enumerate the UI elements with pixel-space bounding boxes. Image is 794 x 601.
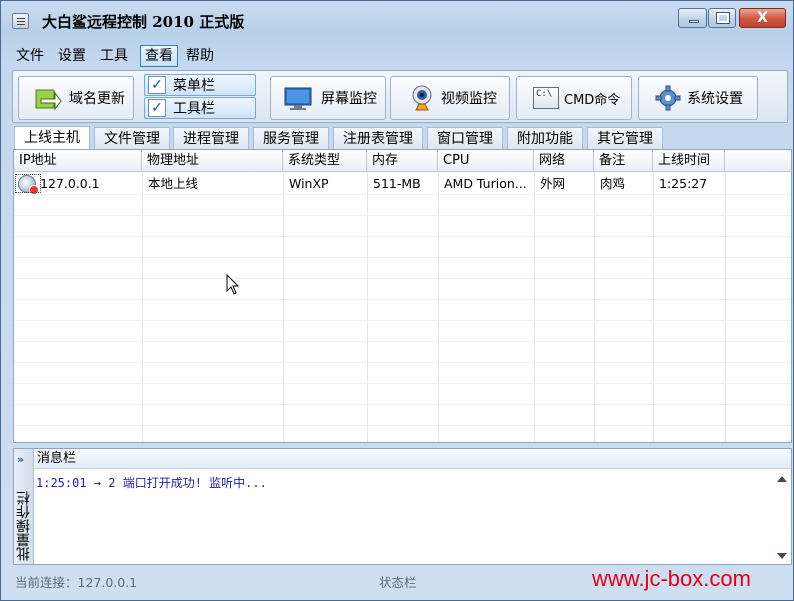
- cell-location: 本地上线: [148, 176, 199, 191]
- menu-settings[interactable]: 设置: [54, 45, 90, 67]
- tab-window-manager[interactable]: 窗口管理: [427, 127, 503, 149]
- tool-bar-toggle-label: 工具栏: [173, 101, 215, 117]
- tab-registry-manager[interactable]: 注册表管理: [333, 127, 423, 149]
- scroll-up-arrow-icon[interactable]: [777, 476, 787, 482]
- cell-os: WinXP: [289, 176, 329, 191]
- cell-cpu: AMD Turion...: [444, 176, 527, 191]
- column-header-location[interactable]: 物理地址: [142, 150, 283, 172]
- message-panel-title: 消息栏: [35, 449, 791, 469]
- column-header-os[interactable]: 系统类型: [283, 150, 367, 172]
- table-row[interactable]: 127.0.0.1 本地上线 WinXP 511-MB AMD Turion..…: [14, 173, 791, 195]
- refresh-arrow-icon: [35, 89, 62, 111]
- menu-tools[interactable]: 工具: [96, 45, 132, 67]
- cell-online-time: 1:25:27: [659, 176, 708, 191]
- maximize-button[interactable]: [708, 8, 736, 28]
- message-panel: » 批量操作栏 消息栏 1:25:01 → 2 端口打开成功! 监听中...: [13, 448, 792, 565]
- video-monitor-button[interactable]: 视频监控: [390, 76, 510, 120]
- tab-file-manager[interactable]: 文件管理: [94, 127, 170, 149]
- status-connection: 当前连接：127.0.0.1: [15, 575, 138, 590]
- menu-view[interactable]: 查看: [140, 45, 178, 67]
- minimize-button[interactable]: [678, 8, 707, 28]
- close-icon: X: [757, 10, 768, 26]
- column-header-memory[interactable]: 内存: [367, 150, 438, 172]
- gear-icon: [655, 85, 681, 111]
- main-window: 大白鲨远程控制 2010 正式版 X 文件 设置 工具 查看 帮助 域名更新 ✓…: [0, 0, 794, 601]
- column-header-ip[interactable]: IP地址: [14, 150, 142, 172]
- toolbar: 域名更新 ✓ 菜单栏 ✓ 工具栏 屏幕监控 视频监控 C:\ CMD命令 系统设…: [12, 70, 788, 123]
- screen-monitor-button[interactable]: 屏幕监控: [270, 76, 386, 120]
- tab-other-management[interactable]: 其它管理: [587, 127, 663, 149]
- cell-network: 外网: [540, 176, 566, 191]
- scroll-down-arrow-icon[interactable]: [777, 553, 787, 559]
- column-header-online-time[interactable]: 上线时间: [653, 150, 725, 172]
- mouse-cursor-icon: [226, 274, 240, 295]
- video-monitor-label: 视频监控: [441, 91, 497, 107]
- cell-remark: 肉鸡: [600, 176, 626, 191]
- host-table[interactable]: IP地址 物理地址 系统类型 内存 CPU 网络 备注 上线时间 127.0.0…: [13, 149, 792, 443]
- batch-operation-label: 批量操作栏: [16, 491, 32, 561]
- cell-ip: 127.0.0.1: [40, 176, 100, 191]
- tab-online-hosts[interactable]: 上线主机: [14, 126, 90, 149]
- domain-update-label: 域名更新: [69, 91, 125, 107]
- tab-process-manager[interactable]: 进程管理: [173, 127, 249, 149]
- column-header-filler: [725, 150, 791, 172]
- column-header-remark[interactable]: 备注: [594, 150, 653, 172]
- menu-file[interactable]: 文件: [12, 45, 48, 67]
- cell-memory: 511-MB: [373, 176, 421, 191]
- tab-extra-functions[interactable]: 附加功能: [507, 127, 583, 149]
- checkbox-menu-bar[interactable]: ✓: [148, 76, 166, 94]
- title-bar[interactable]: 大白鲨远程控制 2010 正式版 X: [1, 1, 793, 37]
- cmd-button[interactable]: C:\ CMD命令: [516, 76, 632, 120]
- domain-update-button[interactable]: 域名更新: [18, 76, 134, 120]
- maximize-icon: [716, 12, 730, 24]
- table-header: IP地址 物理地址 系统类型 内存 CPU 网络 备注 上线时间: [14, 150, 791, 172]
- close-button[interactable]: X: [739, 8, 786, 28]
- app-menu-icon[interactable]: [12, 13, 29, 29]
- menu-help[interactable]: 帮助: [182, 45, 218, 67]
- watermark-text: www.jc-box.com: [592, 566, 751, 591]
- status-label: 状态栏: [379, 575, 417, 590]
- webcam-icon: [412, 85, 432, 111]
- monitor-icon: [284, 87, 312, 110]
- tab-service-manager[interactable]: 服务管理: [253, 127, 329, 149]
- view-toggle-panel: ✓ 菜单栏 ✓ 工具栏: [144, 72, 256, 119]
- window-title: 大白鲨远程控制 2010 正式版: [42, 13, 245, 31]
- tool-bar-toggle[interactable]: ✓ 工具栏: [144, 97, 256, 119]
- menu-bar-toggle-label: 菜单栏: [173, 78, 215, 94]
- cmd-label: CMD命令: [564, 92, 621, 108]
- checkbox-tool-bar[interactable]: ✓: [148, 99, 166, 117]
- batch-operation-strip[interactable]: » 批量操作栏: [14, 449, 34, 564]
- column-header-cpu[interactable]: CPU: [438, 150, 534, 172]
- message-line: 1:25:01 → 2 端口打开成功! 监听中...: [36, 476, 267, 490]
- console-icon: C:\: [533, 87, 559, 109]
- column-header-network[interactable]: 网络: [534, 150, 594, 172]
- menu-bar-toggle[interactable]: ✓ 菜单栏: [144, 74, 256, 96]
- system-settings-label: 系统设置: [687, 91, 743, 107]
- screen-monitor-label: 屏幕监控: [321, 91, 377, 107]
- expand-chevron-icon[interactable]: »: [17, 453, 24, 466]
- message-scrollbar[interactable]: [774, 471, 790, 563]
- system-settings-button[interactable]: 系统设置: [638, 76, 758, 120]
- minimize-icon: [689, 20, 699, 23]
